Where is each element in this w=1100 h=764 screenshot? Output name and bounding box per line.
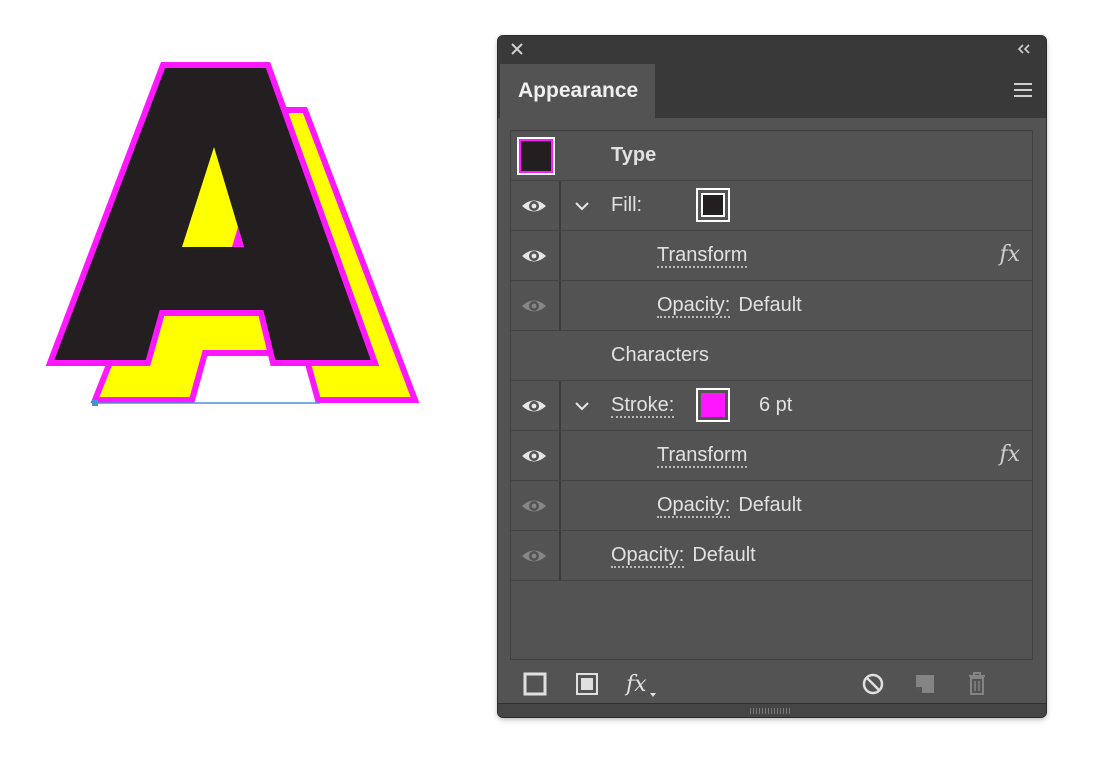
stroke-color-swatch[interactable] bbox=[696, 388, 730, 422]
letter-a-artwork[interactable] bbox=[40, 55, 440, 415]
appearance-attribute-list: Type Fill: Transform fx Opacity: Default… bbox=[510, 130, 1033, 660]
type-thumbnail[interactable] bbox=[517, 137, 555, 175]
panel-footer-toolbar: fx bbox=[498, 664, 1046, 704]
fill-transform-row[interactable]: Transform fx bbox=[511, 231, 1032, 281]
fill-row[interactable]: Fill: bbox=[511, 181, 1032, 231]
row-divider bbox=[559, 231, 561, 280]
row-divider bbox=[559, 481, 561, 530]
appearance-panel: Appearance Type Fill: Transform fx Opaci… bbox=[498, 36, 1046, 717]
object-opacity-link[interactable]: Opacity: bbox=[611, 544, 685, 568]
panel-titlebar[interactable] bbox=[498, 36, 1046, 64]
type-row[interactable]: Type bbox=[511, 131, 1032, 181]
visibility-eye-icon[interactable] bbox=[521, 494, 547, 518]
row-divider bbox=[559, 531, 561, 580]
collapse-icon[interactable] bbox=[1014, 40, 1034, 58]
visibility-eye-icon[interactable] bbox=[521, 544, 547, 568]
chevron-down-icon[interactable] bbox=[572, 396, 592, 416]
stroke-label: Stroke: bbox=[611, 393, 675, 418]
visibility-eye-icon[interactable] bbox=[521, 194, 547, 218]
panel-tabbar: Appearance bbox=[498, 64, 1046, 118]
panel-menu-icon[interactable] bbox=[1012, 80, 1034, 100]
stroke-transform-label: Transform bbox=[657, 443, 748, 468]
clear-appearance-icon[interactable] bbox=[858, 669, 888, 699]
duplicate-item-icon[interactable] bbox=[910, 669, 940, 699]
object-opacity: Opacity: Default bbox=[611, 543, 756, 568]
row-divider bbox=[559, 381, 561, 430]
stroke-transform-row[interactable]: Transform fx bbox=[511, 431, 1032, 481]
fill-color-swatch[interactable] bbox=[696, 188, 730, 222]
add-new-stroke-icon[interactable] bbox=[520, 669, 550, 699]
characters-label: Characters bbox=[611, 344, 709, 366]
fill-label: Fill: bbox=[611, 194, 643, 216]
stroke-opacity-link[interactable]: Opacity: bbox=[657, 494, 731, 518]
fill-opacity: Opacity: Default bbox=[657, 293, 802, 318]
object-opacity-row[interactable]: Opacity: Default bbox=[511, 531, 1032, 581]
fill-opacity-row[interactable]: Opacity: Default bbox=[511, 281, 1032, 331]
stroke-weight-value[interactable]: 6 pt bbox=[759, 393, 792, 417]
fx-icon[interactable]: fx bbox=[999, 442, 1020, 467]
baseline-anchor[interactable] bbox=[92, 400, 98, 406]
row-divider bbox=[559, 281, 561, 330]
fill-transform-label: Transform bbox=[657, 243, 748, 268]
characters-row[interactable]: Characters bbox=[511, 331, 1032, 381]
object-opacity-value: Default bbox=[692, 544, 756, 566]
object-type-label: Type bbox=[611, 144, 657, 166]
visibility-eye-icon[interactable] bbox=[521, 394, 547, 418]
stroke-row[interactable]: Stroke: 6 pt bbox=[511, 381, 1032, 431]
fill-transform-link[interactable]: Transform bbox=[657, 244, 748, 268]
fill-opacity-value: Default bbox=[738, 294, 802, 316]
add-new-fill-icon[interactable] bbox=[572, 669, 602, 699]
close-icon[interactable] bbox=[508, 40, 526, 58]
stroke-transform-link[interactable]: Transform bbox=[657, 444, 748, 468]
visibility-eye-icon[interactable] bbox=[521, 294, 547, 318]
row-divider bbox=[559, 181, 561, 230]
row-divider bbox=[559, 431, 561, 480]
stroke-opacity-row[interactable]: Opacity: Default bbox=[511, 481, 1032, 531]
visibility-eye-icon[interactable] bbox=[521, 444, 547, 468]
fx-icon[interactable]: fx bbox=[999, 242, 1020, 267]
visibility-eye-icon[interactable] bbox=[521, 244, 547, 268]
panel-resize-bar bbox=[498, 703, 1046, 717]
fill-opacity-link[interactable]: Opacity: bbox=[657, 294, 731, 318]
add-new-effect-icon[interactable]: fx bbox=[624, 669, 660, 699]
stroke-opacity-value: Default bbox=[738, 494, 802, 516]
delete-item-icon[interactable] bbox=[962, 669, 992, 699]
chevron-down-icon[interactable] bbox=[572, 196, 592, 216]
tab-appearance[interactable]: Appearance bbox=[500, 64, 655, 118]
stroke-opacity: Opacity: Default bbox=[657, 493, 802, 518]
svg-text:fx: fx bbox=[624, 672, 647, 697]
resize-grip[interactable] bbox=[750, 708, 790, 714]
stroke-link[interactable]: Stroke: bbox=[611, 394, 675, 418]
